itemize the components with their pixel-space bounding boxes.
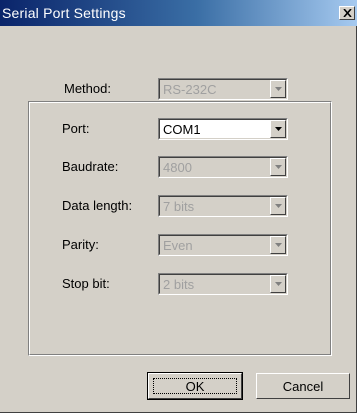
port-value: COM1 [163,122,201,137]
parity-label: Parity: [62,237,99,252]
baudrate-dropdown[interactable]: 4800 [158,156,288,178]
data-length-value: 7 bits [163,199,195,214]
chevron-down-icon [274,165,282,169]
cancel-button-label: Cancel [282,378,324,394]
close-icon [342,9,352,17]
close-button[interactable] [339,6,355,20]
chevron-down-icon [274,282,282,286]
data-length-label: Data length: [62,198,133,213]
ok-button[interactable]: OK [147,372,243,400]
method-label: Method: [64,81,111,96]
chevron-down-icon [274,243,282,247]
stop-bit-dropdown[interactable]: 2 bits [158,273,288,295]
cancel-button[interactable]: Cancel [256,373,350,399]
data-length-dropdown[interactable]: 7 bits [158,195,288,217]
port-label: Port: [62,121,90,136]
port-dropdown-arrow[interactable] [270,120,286,138]
serial-port-settings-dialog: Serial Port Settings Method: RS-232C Por… [0,0,357,413]
stop-bit-dropdown-arrow[interactable] [270,275,286,293]
method-dropdown[interactable]: RS-232C [158,78,288,100]
baudrate-value: 4800 [163,160,192,175]
method-value: RS-232C [163,82,217,97]
window-title: Serial Port Settings [2,5,126,21]
title-bar[interactable]: Serial Port Settings [0,0,357,26]
ok-button-label: OK [185,378,205,394]
parity-dropdown-arrow[interactable] [270,236,286,254]
baudrate-label: Baudrate: [62,159,119,174]
stop-bit-label: Stop bit: [62,276,110,291]
chevron-down-icon [274,204,282,208]
stop-bit-value: 2 bits [163,277,195,292]
baudrate-dropdown-arrow[interactable] [270,158,286,176]
parity-value: Even [163,238,193,253]
parity-dropdown[interactable]: Even [158,234,288,256]
chevron-down-icon [274,127,282,131]
data-length-dropdown-arrow[interactable] [270,197,286,215]
chevron-down-icon [274,87,282,91]
method-dropdown-arrow[interactable] [270,80,286,98]
port-dropdown[interactable]: COM1 [158,118,288,140]
